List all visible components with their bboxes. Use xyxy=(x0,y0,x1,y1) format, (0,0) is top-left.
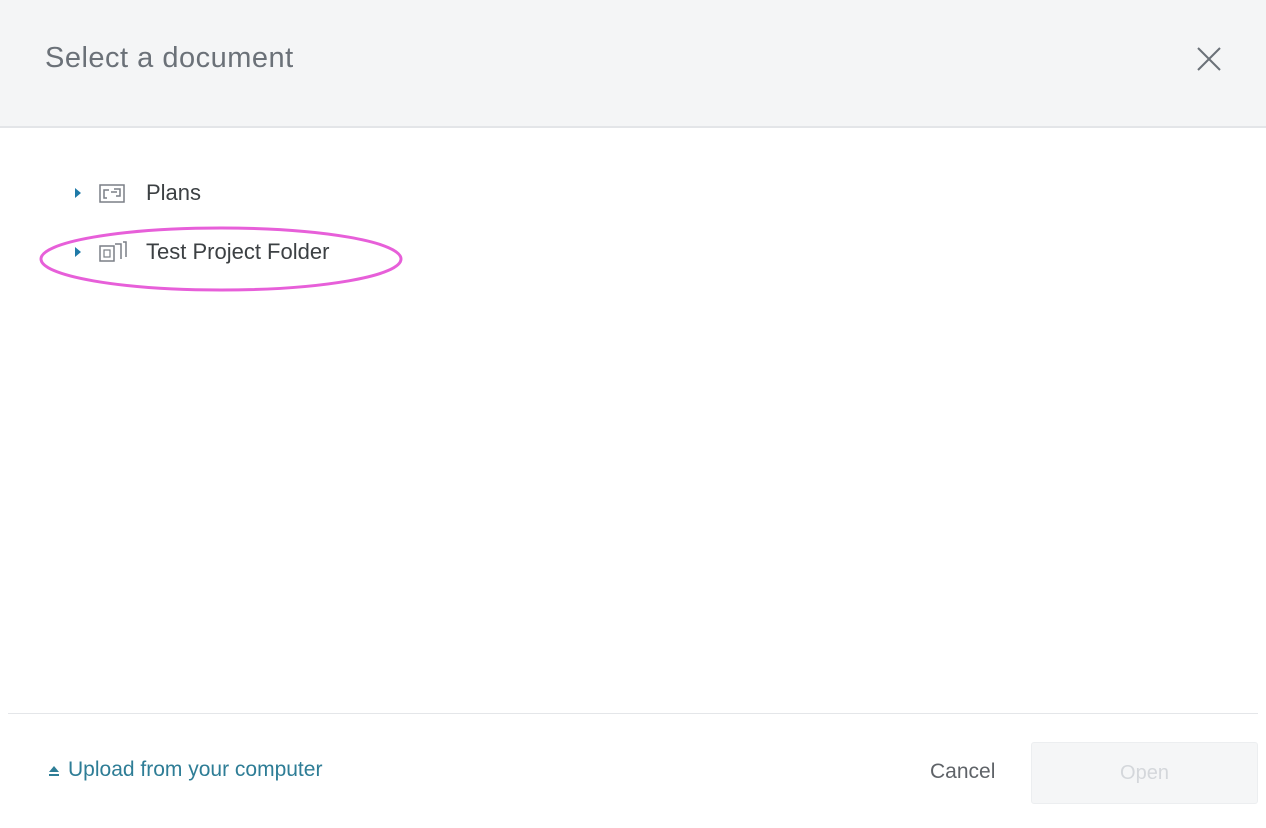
upload-icon xyxy=(49,766,59,776)
cancel-button[interactable]: Cancel xyxy=(930,760,995,784)
close-button[interactable] xyxy=(1194,44,1224,74)
plans-icon xyxy=(96,180,130,206)
tree-item-plans[interactable]: Plans xyxy=(70,173,201,213)
dialog-title: Select a document xyxy=(45,42,294,74)
dialog-footer: Upload from your computer Cancel Open xyxy=(8,713,1258,828)
dialog-header: Select a document xyxy=(0,0,1266,128)
select-document-dialog: Select a document Plans Test Project Fol… xyxy=(0,0,1266,828)
tree-item-test-project-folder[interactable]: Test Project Folder xyxy=(70,232,329,272)
close-icon xyxy=(1197,47,1221,71)
expand-caret-icon[interactable] xyxy=(70,185,86,201)
tree-item-label: Plans xyxy=(146,180,202,205)
project-folder-icon xyxy=(96,239,130,265)
upload-link-label: Upload from your computer xyxy=(68,758,323,781)
expand-caret-icon[interactable] xyxy=(70,244,86,260)
upload-from-computer-link[interactable]: Upload from your computer xyxy=(46,758,322,782)
open-button[interactable]: Open xyxy=(1031,742,1258,804)
tree-item-label: Test Project Folder xyxy=(146,239,330,264)
